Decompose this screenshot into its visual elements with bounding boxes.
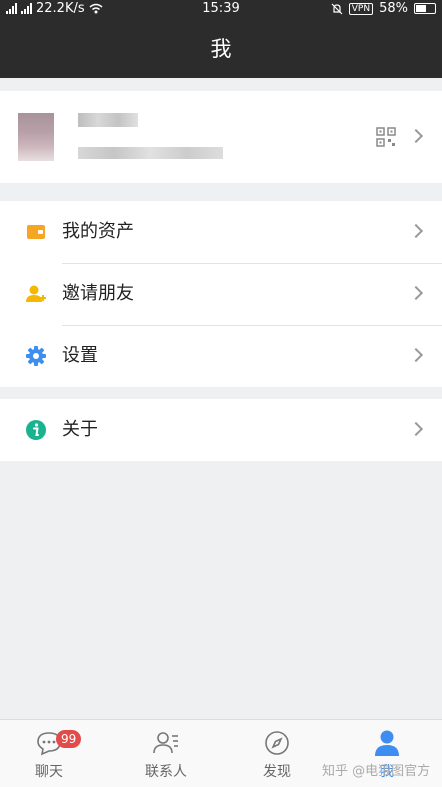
menu-item-settings[interactable]: 设置 (0, 325, 442, 387)
mute-icon (331, 3, 343, 14)
unread-badge: 99 (56, 730, 82, 748)
status-bar: 22.2K/s 15:39 VPN 58% (0, 0, 442, 18)
menu-item-about[interactable]: 关于 (0, 399, 442, 461)
blurred-account-id (78, 147, 223, 159)
blurred-username (78, 113, 138, 127)
menu-group-2: 关于 (0, 399, 442, 461)
wallet-icon (27, 225, 45, 239)
chevron-right-icon (408, 128, 424, 144)
tab-contacts[interactable]: 联系人 (117, 720, 215, 787)
chevron-right-icon (408, 223, 424, 239)
compass-icon (265, 731, 289, 755)
title-bar: 我 (0, 18, 442, 78)
menu-item-label: 邀请朋友 (62, 283, 134, 304)
contacts-icon (153, 732, 178, 754)
menu-item-label: 设置 (62, 345, 98, 366)
vpn-badge: VPN (348, 2, 374, 15)
person-icon (375, 730, 399, 756)
menu-item-label: 我的资产 (62, 221, 134, 242)
watermark: 知乎 @电狼图官方 (322, 764, 431, 779)
info-icon (26, 420, 46, 440)
menu-item-label: 关于 (62, 419, 98, 440)
qr-code-icon[interactable] (376, 127, 396, 147)
menu-group-1: 我的资产 邀请朋友 设置 (0, 201, 442, 387)
battery-percent: 58% (379, 1, 408, 16)
tab-label: 聊天 (35, 764, 63, 780)
tab-label: 发现 (263, 764, 291, 780)
gear-icon (26, 346, 46, 366)
battery-fill (416, 5, 426, 12)
profile-card[interactable] (0, 91, 442, 183)
add-user-icon (26, 285, 46, 302)
tab-chat[interactable]: 99 聊天 (0, 720, 98, 787)
menu-item-invite-friends[interactable]: 邀请朋友 (0, 263, 442, 325)
status-right: VPN 58% (331, 1, 436, 16)
chevron-right-icon (408, 421, 424, 437)
tab-discover[interactable]: 发现 (228, 720, 326, 787)
chevron-right-icon (408, 347, 424, 363)
tab-label: 联系人 (145, 764, 187, 780)
menu-item-assets[interactable]: 我的资产 (0, 201, 442, 263)
avatar[interactable] (18, 113, 54, 161)
battery-icon (414, 3, 436, 14)
chevron-right-icon (408, 285, 424, 301)
page-title: 我 (210, 37, 232, 61)
